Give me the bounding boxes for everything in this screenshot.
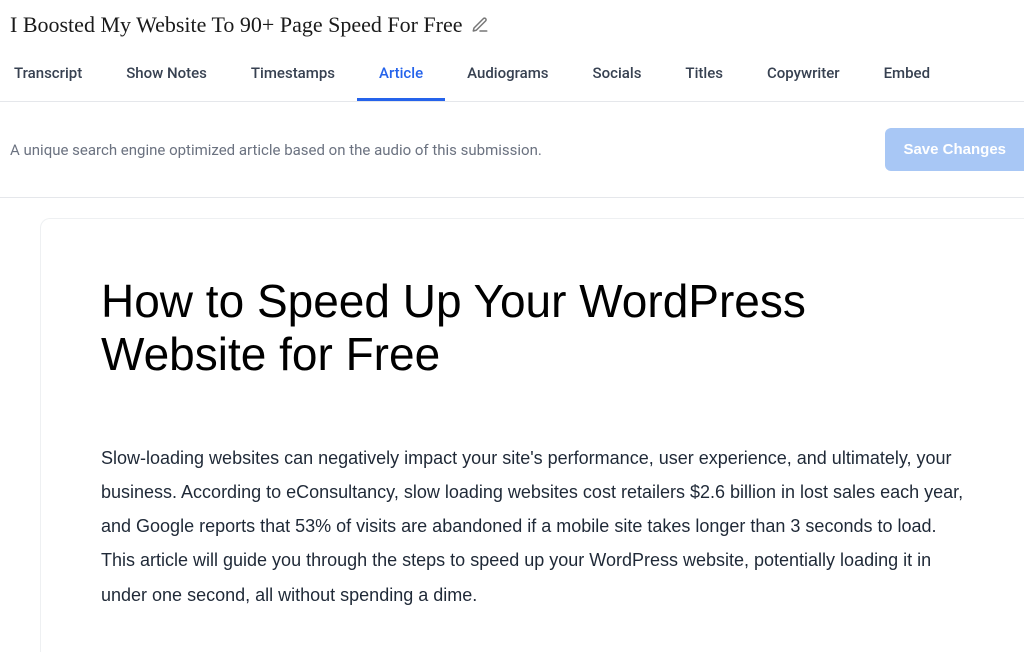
tab-embed[interactable]: Embed — [862, 46, 952, 101]
header-row: I Boosted My Website To 90+ Page Speed F… — [0, 0, 1024, 46]
tab-description: A unique search engine optimized article… — [10, 141, 542, 159]
tab-article[interactable]: Article — [357, 46, 445, 101]
tab-timestamps[interactable]: Timestamps — [229, 46, 357, 101]
tab-show-notes[interactable]: Show Notes — [104, 46, 229, 101]
tab-socials[interactable]: Socials — [571, 46, 664, 101]
tab-audiograms[interactable]: Audiograms — [445, 46, 570, 101]
page-title: I Boosted My Website To 90+ Page Speed F… — [10, 12, 463, 38]
save-changes-button[interactable]: Save Changes — [885, 128, 1024, 171]
tab-titles[interactable]: Titles — [663, 46, 745, 101]
tabs-nav: Transcript Show Notes Timestamps Article… — [0, 46, 1024, 102]
subheader-row: A unique search engine optimized article… — [0, 102, 1024, 198]
edit-icon[interactable] — [471, 16, 489, 34]
article-container: How to Speed Up Your WordPress Website f… — [40, 218, 1024, 652]
tab-copywriter[interactable]: Copywriter — [745, 46, 862, 101]
article-title: How to Speed Up Your WordPress Website f… — [101, 275, 966, 381]
tab-transcript[interactable]: Transcript — [10, 46, 104, 101]
article-body: Slow-loading websites can negatively imp… — [101, 441, 966, 612]
